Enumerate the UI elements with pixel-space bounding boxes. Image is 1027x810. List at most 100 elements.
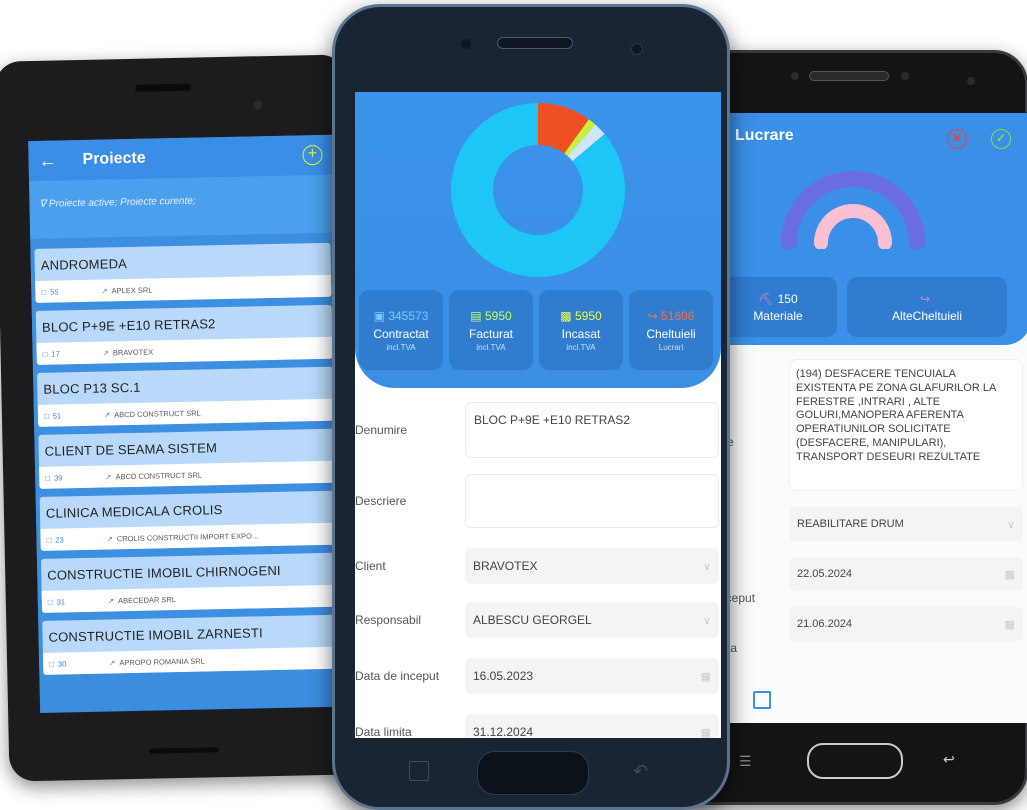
project-list-item[interactable]: CLINICA MEDICALA CROLIS □ 23 ↗ CROLIS CONSTR… bbox=[39, 490, 337, 551]
bookmark-icon: □ bbox=[47, 597, 53, 607]
client: ↗ ABCD CONSTRUCT SRL bbox=[104, 408, 201, 419]
project-list-item[interactable]: BLOC P+9E +E10 RETRAS2 □ 17 ↗ BRAVOTEX bbox=[35, 304, 333, 365]
share-icon: ↪ bbox=[647, 308, 658, 323]
share-icon: ↗ bbox=[105, 471, 112, 482]
end-date-row: Data limita 31.12.2024 ▦ bbox=[355, 714, 719, 738]
chevron-down-icon: ∨ bbox=[702, 614, 711, 627]
summary-tile-incasat[interactable]: ▩ 5950 Incasat incl.TVA bbox=[539, 290, 623, 370]
alte-cheltuieli-value: ↪ bbox=[920, 292, 934, 306]
briefcase-icon: ▣ bbox=[373, 308, 385, 323]
tile-value: ▣ 345573 bbox=[374, 309, 429, 323]
client-name: ABECEDAR SRL bbox=[118, 594, 177, 605]
alte-cheltuieli-tile[interactable]: ↪ AlteCheltuieli bbox=[847, 277, 1007, 337]
work-count-value: 23 bbox=[55, 534, 64, 545]
budget-donut-chart bbox=[451, 103, 625, 277]
start-date-value: 22.05.2024 bbox=[797, 568, 853, 580]
tile-sublabel: incl.TVA bbox=[386, 342, 416, 352]
arrow-left-icon[interactable]: ← bbox=[38, 150, 68, 172]
work-form: (194) DESFACERE TENCUIALA EXISTENTA PE Z… bbox=[719, 359, 1027, 641]
work-count: □ 17 bbox=[43, 348, 103, 358]
start-date-row: Data de inceput 16.05.2023 ▦ bbox=[355, 658, 719, 694]
summary-tile-cheltuieli[interactable]: ↪ 51606 Cheltuieli Lucrari bbox=[629, 290, 713, 370]
camera bbox=[631, 43, 643, 55]
client-name: CROLIS CONSTRUCTII IMPORT EXPO... bbox=[116, 530, 259, 543]
bookmark-icon: □ bbox=[42, 349, 48, 359]
description-field[interactable]: (194) DESFACERE TENCUIALA EXISTENTA PE Z… bbox=[789, 359, 1023, 491]
stage: ← Proiecte + ∇ Proiecte active; Proiecte… bbox=[0, 0, 1027, 810]
client: ↗ ABCD CONSTRUCT SRL bbox=[105, 470, 202, 481]
project-list-item[interactable]: ANDROMEDA □ 55 ↗ APLEX SRL bbox=[34, 242, 332, 303]
work-count: □ 23 bbox=[46, 534, 106, 544]
tile-label: Cheltuieli bbox=[646, 326, 696, 341]
back-icon[interactable]: ↩ bbox=[943, 751, 955, 768]
page-title: Lucrare bbox=[735, 127, 794, 144]
home-button[interactable] bbox=[477, 751, 589, 795]
share-icon: ↗ bbox=[102, 347, 110, 358]
chevron-down-icon: ∨ bbox=[1006, 518, 1015, 531]
project-list-item[interactable]: CONSTRUCTIE IMOBIL CHIRNOGENI □ 31 ↗ ABECEDA… bbox=[40, 552, 338, 613]
page-title: Proiecte bbox=[82, 149, 146, 168]
category-select[interactable]: REABILITARE DRUM ∨ bbox=[789, 507, 1023, 541]
projects-header: ← Proiecte + bbox=[28, 134, 333, 182]
work-count-value: 55 bbox=[50, 286, 59, 297]
phone-center: ▣ 345573 Contractat incl.TVA ▤ 5950 Facturat… bbox=[332, 4, 730, 810]
x-circle-icon[interactable]: ✕ bbox=[947, 129, 967, 149]
project-list-item[interactable]: BLOC P13 SC.1 □ 51 ↗ ABCD CONSTRUCT SRL bbox=[37, 366, 335, 427]
summary-tile-contractat[interactable]: ▣ 345573 Contractat incl.TVA bbox=[359, 290, 443, 370]
tile-sublabel: Lucrari bbox=[658, 342, 684, 352]
descriere-row: Descriere bbox=[355, 474, 719, 528]
denumire-row: Denumire BLOC P+9E +E10 RETRAS2 bbox=[355, 402, 719, 458]
materiale-count: 150 bbox=[777, 291, 798, 306]
summary-tile-facturat[interactable]: ▤ 5950 Facturat incl.TVA bbox=[449, 290, 533, 370]
project-summary-panel: ▣ 345573 Contractat incl.TVA ▤ 5950 Facturat… bbox=[355, 92, 721, 388]
category-value: REABILITARE DRUM bbox=[797, 518, 904, 530]
sensor bbox=[901, 72, 909, 80]
end-date-field[interactable]: 21.06.2024 ▦ bbox=[789, 607, 1023, 641]
work-count: □ 39 bbox=[45, 472, 105, 482]
menu-icon[interactable] bbox=[409, 761, 429, 781]
checkbox[interactable] bbox=[753, 691, 771, 709]
tile-number: 5950 bbox=[574, 308, 602, 323]
plus-circle-icon[interactable]: + bbox=[302, 144, 323, 166]
back-icon[interactable]: ↶ bbox=[633, 761, 648, 782]
client-name: ABCD CONSTRUCT SRL bbox=[115, 470, 203, 481]
menu-icon[interactable]: ☰ bbox=[739, 753, 752, 770]
bottom-bar bbox=[148, 747, 220, 754]
materiale-tile[interactable]: ⛏ 150 Materiale bbox=[719, 277, 837, 337]
filter-bar[interactable]: ∇ Proiecte active; Proiecte curente; bbox=[29, 174, 335, 240]
client-name: BRAVOTEX bbox=[112, 347, 154, 357]
speaker bbox=[809, 71, 889, 81]
materiale-value: ⛏ 150 bbox=[758, 292, 797, 306]
start-date-field[interactable]: 16.05.2023 ▦ bbox=[465, 658, 719, 694]
chevron-down-icon: ∨ bbox=[702, 560, 711, 573]
share-icon: ↗ bbox=[103, 409, 111, 420]
document-icon: ▤ bbox=[470, 308, 482, 323]
client-select[interactable]: BRAVOTEX ∨ bbox=[465, 548, 719, 584]
denumire-field[interactable]: BLOC P+9E +E10 RETRAS2 bbox=[465, 402, 719, 458]
descriere-label: Descriere bbox=[355, 494, 407, 508]
filter-text: Proiecte active; Proiecte curente; bbox=[48, 195, 196, 210]
camera bbox=[253, 100, 263, 110]
start-date-label: Data de inceput bbox=[355, 669, 440, 683]
responsabil-select[interactable]: ALBESCU GEORGEL ∨ bbox=[465, 602, 719, 638]
project-list-item[interactable]: CLIENT DE SEAMA SISTEM □ 39 ↗ ABCD CONSTRUCT… bbox=[38, 428, 336, 489]
check-circle-icon[interactable]: ✓ bbox=[991, 129, 1011, 149]
client: ↗ CROLIS CONSTRUCTII IMPORT EXPO... bbox=[106, 531, 258, 543]
end-date-value: 31.12.2024 bbox=[473, 725, 534, 738]
client: ↗ ABECEDAR SRL bbox=[108, 595, 176, 605]
speaker bbox=[135, 83, 192, 92]
work-count: □ 30 bbox=[49, 658, 109, 668]
descriere-field[interactable] bbox=[465, 474, 719, 528]
work-header: Lucrare ✕ ✓ bbox=[719, 113, 1027, 159]
tile-number: 5950 bbox=[484, 308, 512, 323]
client-name: APLEX SRL bbox=[111, 285, 153, 295]
project-list-item[interactable]: CONSTRUCTIE IMOBIL ZARNESTI □ 30 ↗ APROPO RO… bbox=[42, 614, 340, 675]
tile-label: Facturat bbox=[468, 326, 513, 341]
home-button[interactable] bbox=[807, 743, 903, 779]
screen-center: ▣ 345573 Contractat incl.TVA ▤ 5950 Facturat… bbox=[355, 92, 721, 738]
denumire-label: Denumire bbox=[355, 423, 408, 437]
responsabil-label: Responsabil bbox=[355, 613, 422, 627]
end-date-field[interactable]: 31.12.2024 ▦ bbox=[465, 714, 719, 738]
start-date-field[interactable]: 22.05.2024 ▦ bbox=[789, 557, 1023, 591]
end-date-value: 21.06.2024 bbox=[797, 618, 853, 630]
